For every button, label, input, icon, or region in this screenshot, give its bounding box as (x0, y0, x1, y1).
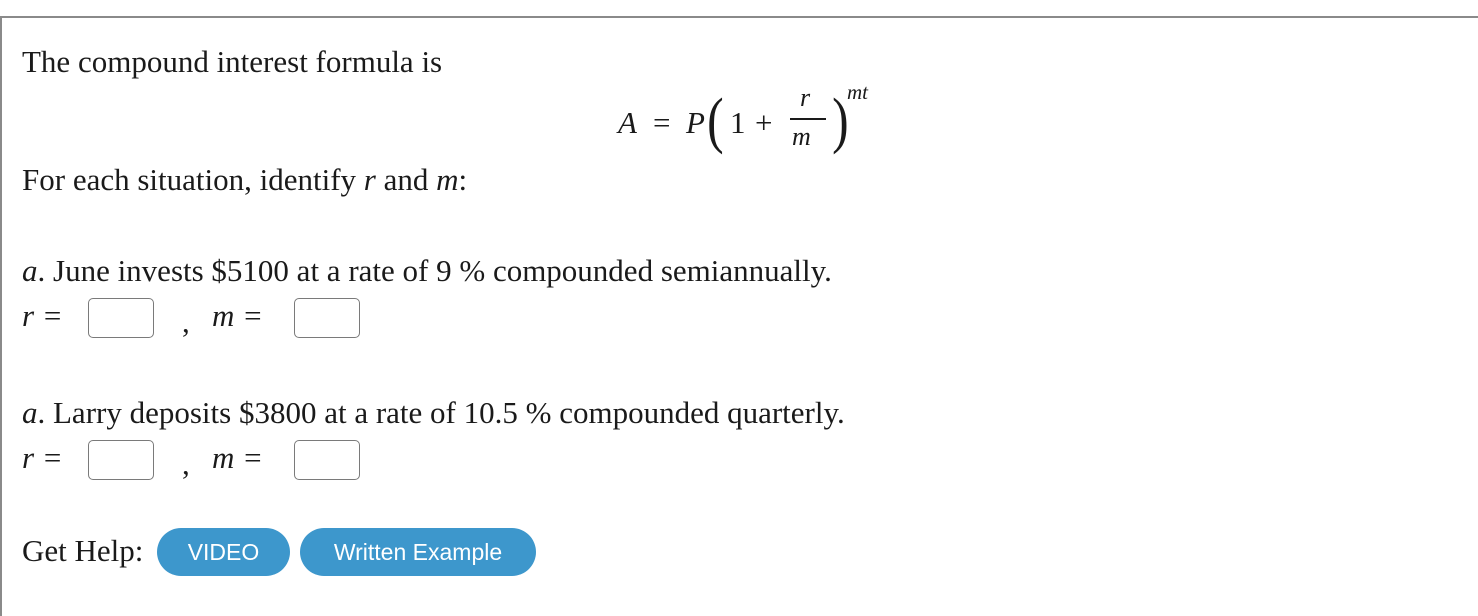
question-1-text: a. June invests $5100 at a rate of 9 % c… (22, 253, 832, 289)
question-1-m-label: m = (212, 298, 264, 333)
question-1-separator: , (182, 304, 190, 339)
question-2-r-label: r = (22, 440, 63, 475)
formula-principal: P (686, 105, 705, 140)
written-example-button[interactable]: Written Example (300, 528, 536, 576)
formula-exponent: mt (847, 80, 868, 104)
question-1-r-label: r = (22, 298, 63, 333)
formula-open-paren: ( (707, 87, 724, 155)
question-1-r-input[interactable] (88, 298, 154, 338)
video-button[interactable]: VIDEO (157, 528, 290, 576)
question-2-before: . Larry deposits $3800 at a rate of 10.5 (37, 395, 526, 430)
instruction-middle: and (375, 162, 437, 197)
question-1-letter: a (22, 253, 38, 288)
formula-one: 1 (730, 105, 746, 140)
question-2-answer-row: r = , m = (22, 438, 382, 482)
intro-text: The compound interest formula is (22, 44, 443, 79)
fraction-bar (790, 118, 826, 120)
formula-lhs: A (618, 105, 637, 140)
instruction-text: For each situation, identify r and m: (22, 162, 467, 198)
question-1-m-input[interactable] (294, 298, 360, 338)
instruction-var-m: m (436, 162, 459, 197)
question-1-before: . June invests $5100 at a rate of 9 (37, 253, 460, 288)
question-2-text: a. Larry deposits $3800 at a rate of 10.… (22, 395, 845, 431)
question-2-r-input[interactable] (88, 440, 154, 480)
question-2-m-input[interactable] (294, 440, 360, 480)
question-1-answer-row: r = , m = (22, 296, 382, 340)
formula-numerator: r (800, 83, 811, 112)
instruction-var-r: r (363, 162, 376, 197)
question-2-after: compounded quarterly. (551, 395, 845, 430)
question-1-percent: % (459, 253, 486, 288)
formula-equals: = (653, 105, 671, 140)
instruction-after: : (458, 162, 468, 197)
question-1-after: compounded semiannually. (485, 253, 832, 288)
question-2-m-label: m = (212, 440, 264, 475)
formula-plus: + (755, 105, 773, 140)
question-2-separator: , (182, 446, 190, 481)
instruction-before: For each situation, identify (22, 162, 364, 197)
get-help-label: Get Help: (22, 533, 144, 568)
formula-denominator: m (792, 122, 811, 151)
question-2-letter: a (22, 395, 38, 430)
compound-interest-formula: A = P ( 1 + r m ) mt (618, 80, 898, 164)
question-2-percent: % (525, 395, 552, 430)
